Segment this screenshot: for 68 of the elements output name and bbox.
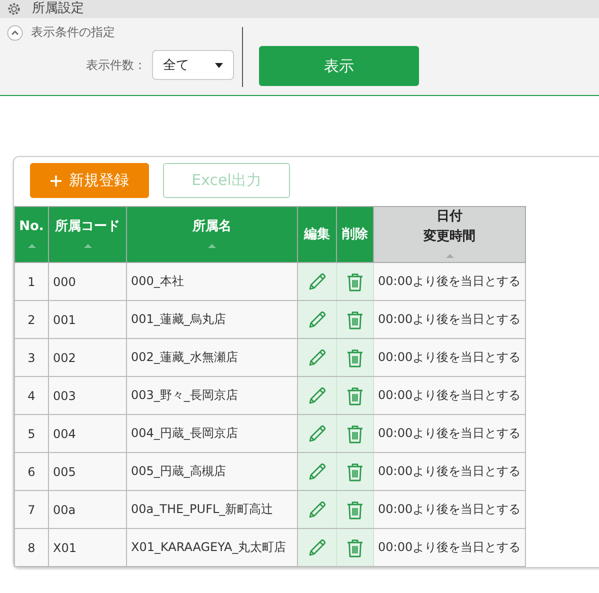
table-cell: 003_野々_長岡京店 — [126, 376, 298, 414]
table-cell: 00:00より後を当日とする — [374, 452, 526, 490]
add-button[interactable]: 新規登録 — [30, 163, 149, 198]
column-header[interactable]: 削除 — [336, 206, 374, 262]
column-header[interactable]: 日付 変更時間 — [374, 206, 526, 262]
table-cell: 8 — [14, 528, 48, 566]
pencil-icon[interactable] — [307, 424, 327, 444]
collapse-toggle-icon[interactable] — [7, 24, 23, 40]
dropdown-icon — [215, 62, 223, 68]
table-cell: 005 — [48, 452, 126, 490]
plus-icon — [50, 174, 62, 186]
table-cell: 004_円蔵_長岡京店 — [126, 414, 298, 452]
sort-icon[interactable] — [84, 244, 92, 248]
column-header[interactable]: 所属名 — [126, 206, 298, 262]
column-header[interactable]: 所属コード — [48, 206, 126, 262]
table-cell: 002_蓮藏_水無瀬店 — [126, 338, 298, 376]
table-cell: 00:00より後を当日とする — [374, 490, 526, 528]
table-cell: 000_本社 — [126, 262, 298, 300]
table-cell: 005_円蔵_高槻店 — [126, 452, 298, 490]
table-cell: 00:00より後を当日とする — [374, 528, 526, 566]
sort-icon[interactable] — [446, 254, 454, 258]
table-cell: 003 — [48, 376, 126, 414]
count-select[interactable]: 全て — [152, 50, 234, 80]
page-title: 所属設定 — [32, 0, 84, 18]
table-cell: 7 — [14, 490, 48, 528]
trash-icon[interactable] — [346, 272, 364, 292]
table-cell: 000 — [48, 262, 126, 300]
table-cell: 5 — [14, 414, 48, 452]
pencil-icon[interactable] — [307, 500, 327, 520]
column-header[interactable]: 編集 — [298, 206, 336, 262]
table-cell: X01 — [48, 528, 126, 566]
trash-icon[interactable] — [346, 500, 364, 520]
table-cell: 00:00より後を当日とする — [374, 414, 526, 452]
table-cell: 00:00より後を当日とする — [374, 376, 526, 414]
table-cell: 00a_THE_PUFL_新町高辻 — [126, 490, 298, 528]
trash-icon[interactable] — [346, 424, 364, 444]
table-cell: 00:00より後を当日とする — [374, 338, 526, 376]
pencil-icon[interactable] — [307, 538, 327, 558]
trash-icon[interactable] — [346, 348, 364, 368]
table-cell: 1 — [14, 262, 48, 300]
table-cell: X01_KARAAGEYA_丸太町店 — [126, 528, 298, 566]
table-cell: 6 — [14, 452, 48, 490]
pencil-icon[interactable] — [307, 272, 327, 292]
table-cell: 3 — [14, 338, 48, 376]
sort-icon[interactable] — [28, 244, 36, 248]
table-cell: 004 — [48, 414, 126, 452]
filter-heading: 表示条件の指定 — [31, 24, 115, 41]
table-cell: 00:00より後を当日とする — [374, 300, 526, 338]
trash-icon[interactable] — [346, 462, 364, 482]
pencil-icon[interactable] — [307, 310, 327, 330]
show-button[interactable]: 表示 — [259, 46, 419, 86]
table-cell: 2 — [14, 300, 48, 338]
trash-icon[interactable] — [346, 310, 364, 330]
pencil-icon[interactable] — [307, 348, 327, 368]
column-header[interactable]: No. — [14, 206, 48, 262]
table-cell: 001_蓮藏_烏丸店 — [126, 300, 298, 338]
sort-icon[interactable] — [208, 244, 216, 248]
table-cell: 00:00より後を当日とする — [374, 262, 526, 300]
table-cell: 00a — [48, 490, 126, 528]
gear-icon — [6, 1, 22, 17]
pencil-icon[interactable] — [307, 462, 327, 482]
table-cell: 001 — [48, 300, 126, 338]
trash-icon[interactable] — [346, 386, 364, 406]
trash-icon[interactable] — [346, 538, 364, 558]
count-label: 表示件数： — [86, 56, 146, 74]
table-cell: 002 — [48, 338, 126, 376]
table-cell: 4 — [14, 376, 48, 414]
pencil-icon[interactable] — [307, 386, 327, 406]
